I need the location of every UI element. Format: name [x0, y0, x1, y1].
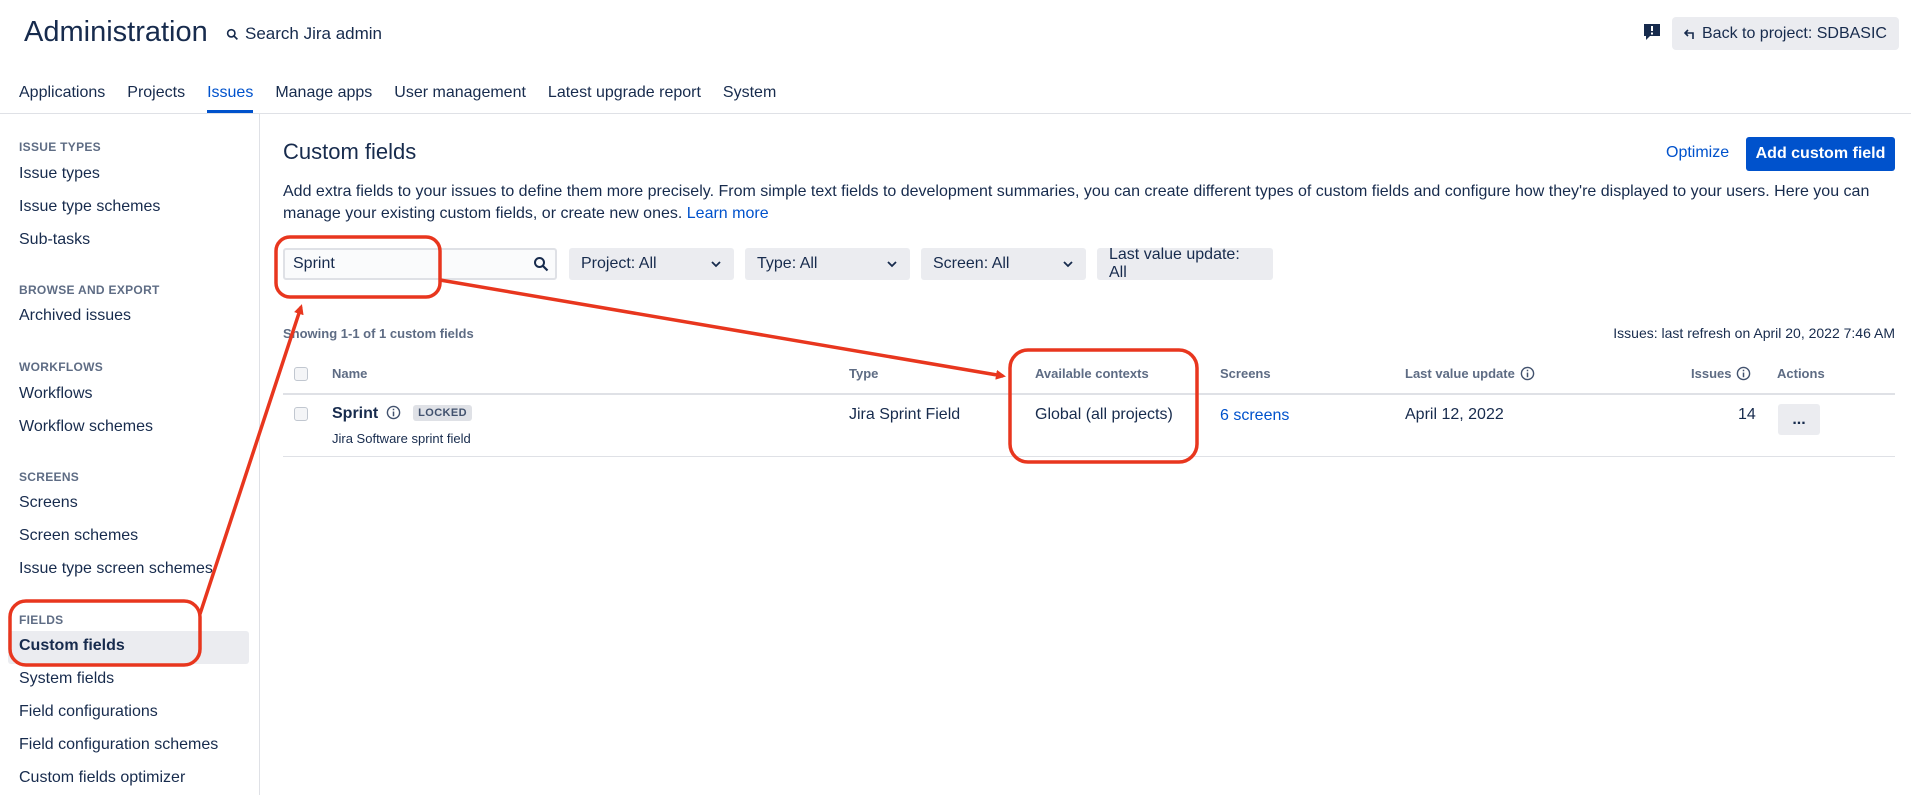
- results-count: Showing 1-1 of 1 custom fields: [283, 326, 474, 341]
- field-last-update: April 12, 2022: [1405, 406, 1504, 423]
- back-to-project-button[interactable]: Back to project: SDBASIC: [1672, 17, 1899, 50]
- info-icon[interactable]: [1736, 366, 1751, 381]
- tab-issues[interactable]: Issues: [207, 84, 254, 113]
- custom-field-search[interactable]: [283, 248, 557, 280]
- description: Add extra fields to your issues to defin…: [283, 181, 1893, 225]
- chevron-down-icon: [1063, 261, 1073, 268]
- column-screens[interactable]: Screens: [1220, 366, 1271, 381]
- field-screens-link[interactable]: 6 screens: [1220, 407, 1289, 425]
- tab-applications[interactable]: Applications: [19, 84, 105, 113]
- section-title: Custom fields: [283, 139, 417, 164]
- sidebar-section-fields: FIELDS: [19, 613, 64, 627]
- admin-header: Administration Search Jira admin Back to…: [0, 0, 1911, 114]
- search-icon[interactable]: [533, 256, 549, 272]
- sidebar-item-issue-types[interactable]: Issue types: [19, 165, 100, 183]
- chevron-down-icon: [887, 261, 897, 268]
- project-filter[interactable]: Project: All: [569, 248, 734, 280]
- back-arrow-icon: [1684, 28, 1694, 39]
- optimize-link[interactable]: Optimize: [1666, 144, 1729, 162]
- sidebar-item-archived-issues[interactable]: Archived issues: [19, 307, 131, 325]
- sidebar-section-issue-types: ISSUE TYPES: [19, 140, 101, 154]
- sidebar-item-workflows[interactable]: Workflows: [19, 385, 93, 403]
- sidebar-item-custom-fields[interactable]: Custom fields: [19, 637, 125, 655]
- sidebar-item-system-fields[interactable]: System fields: [19, 670, 114, 688]
- sidebar: [0, 114, 260, 795]
- tab-user-management[interactable]: User management: [394, 84, 526, 113]
- field-type: Jira Sprint Field: [849, 406, 961, 423]
- column-issues[interactable]: Issues: [1691, 366, 1751, 381]
- more-actions-button[interactable]: ...: [1778, 404, 1820, 435]
- feedback-icon[interactable]: [1642, 22, 1662, 42]
- column-issues-label: Issues: [1691, 366, 1732, 381]
- sidebar-section-browse-export: BROWSE AND EXPORT: [19, 283, 160, 297]
- field-description: Jira Software sprint field: [332, 431, 471, 446]
- add-custom-field-button[interactable]: Add custom field: [1746, 137, 1895, 171]
- sidebar-item-issue-type-schemes[interactable]: Issue type schemes: [19, 198, 160, 216]
- sidebar-item-issue-type-screen-schemes[interactable]: Issue type screen schemes: [19, 560, 213, 578]
- column-name[interactable]: Name: [332, 366, 367, 381]
- column-type[interactable]: Type: [849, 366, 878, 381]
- sidebar-section-screens: SCREENS: [19, 470, 80, 484]
- search-jira-admin[interactable]: Search Jira admin: [226, 24, 382, 44]
- type-filter-label: Type: All: [757, 255, 818, 272]
- row-checkbox[interactable]: [294, 407, 308, 421]
- sidebar-item-custom-fields-optimizer[interactable]: Custom fields optimizer: [19, 769, 185, 787]
- sidebar-section-workflows: WORKFLOWS: [19, 360, 104, 374]
- sidebar-item-screens[interactable]: Screens: [19, 494, 78, 512]
- tab-manage-apps[interactable]: Manage apps: [275, 84, 372, 113]
- sidebar-item-field-configurations[interactable]: Field configurations: [19, 703, 158, 721]
- locked-badge: LOCKED: [413, 405, 472, 421]
- column-last-value-update-label: Last value update: [1405, 366, 1515, 381]
- info-icon[interactable]: [386, 405, 401, 420]
- sidebar-item-field-configuration-schemes[interactable]: Field configuration schemes: [19, 736, 218, 754]
- table-header: Name Type Available contexts Screens Las…: [283, 355, 1895, 395]
- tab-projects[interactable]: Projects: [127, 84, 185, 113]
- table-row: Sprint LOCKED Jira Software sprint field…: [283, 395, 1895, 457]
- search-input[interactable]: [285, 255, 533, 273]
- chevron-down-icon: [711, 261, 721, 268]
- screen-filter[interactable]: Screen: All: [921, 248, 1086, 280]
- info-icon[interactable]: [1520, 366, 1535, 381]
- refresh-status: Issues: last refresh on April 20, 2022 7…: [1613, 325, 1895, 341]
- ellipsis-icon: ...: [1792, 410, 1806, 428]
- search-icon: [226, 28, 238, 40]
- page-title: Administration: [24, 16, 208, 48]
- last-value-update-filter[interactable]: Last value update: All: [1097, 246, 1273, 281]
- tab-latest-upgrade-report[interactable]: Latest upgrade report: [548, 84, 701, 113]
- sidebar-item-screen-schemes[interactable]: Screen schemes: [19, 527, 138, 545]
- column-last-value-update[interactable]: Last value update: [1405, 366, 1535, 381]
- last-value-update-filter-label: Last value update: All: [1109, 246, 1240, 281]
- learn-more-link[interactable]: Learn more: [687, 205, 769, 222]
- sidebar-item-workflow-schemes[interactable]: Workflow schemes: [19, 418, 153, 436]
- field-name-cell: Sprint LOCKED: [332, 405, 472, 423]
- field-name[interactable]: Sprint: [332, 405, 378, 422]
- select-all-checkbox[interactable]: [294, 367, 308, 381]
- field-contexts: Global (all projects): [1035, 406, 1173, 423]
- type-filter[interactable]: Type: All: [745, 248, 910, 280]
- screen-filter-label: Screen: All: [933, 255, 1010, 272]
- back-to-project-label: Back to project: SDBASIC: [1702, 24, 1887, 42]
- search-jira-admin-label: Search Jira admin: [245, 24, 383, 43]
- tab-system[interactable]: System: [723, 84, 776, 113]
- project-filter-label: Project: All: [581, 255, 657, 272]
- column-available-contexts[interactable]: Available contexts: [1035, 366, 1149, 381]
- sidebar-item-sub-tasks[interactable]: Sub-tasks: [19, 231, 90, 249]
- admin-nav: Applications Projects Issues Manage apps…: [19, 84, 776, 113]
- column-actions: Actions: [1777, 366, 1825, 381]
- description-text: Add extra fields to your issues to defin…: [283, 183, 1870, 222]
- field-issues-count: 14: [1738, 406, 1756, 423]
